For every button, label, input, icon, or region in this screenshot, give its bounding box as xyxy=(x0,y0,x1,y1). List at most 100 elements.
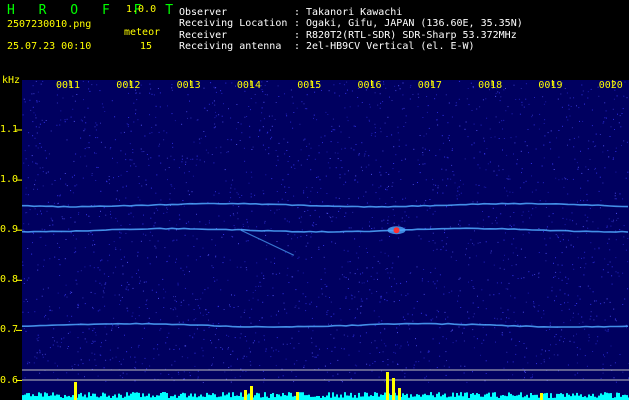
noise-speck xyxy=(246,290,248,292)
noise-speck xyxy=(391,100,393,101)
noise-speck xyxy=(259,281,261,283)
noise-speck xyxy=(437,185,439,187)
noise-speck xyxy=(379,352,381,353)
noise-speck xyxy=(334,92,336,94)
hist-bar xyxy=(494,392,496,400)
noise-speck xyxy=(602,269,604,271)
noise-speck xyxy=(228,108,229,110)
noise-speck xyxy=(424,377,426,379)
noise-speck xyxy=(96,166,98,168)
noise-speck xyxy=(264,222,266,224)
noise-speck xyxy=(287,267,289,269)
noise-speck xyxy=(426,375,427,377)
noise-speck xyxy=(610,126,612,128)
noise-speck xyxy=(378,316,380,318)
noise-speck xyxy=(229,304,230,306)
noise-speck xyxy=(531,191,533,193)
noise-speck xyxy=(59,194,61,196)
noise-speck xyxy=(175,308,177,310)
noise-speck xyxy=(42,80,44,82)
noise-speck xyxy=(520,277,522,279)
noise-speck xyxy=(567,364,569,366)
noise-speck xyxy=(243,355,245,357)
noise-speck xyxy=(604,102,606,104)
noise-speck xyxy=(531,376,533,378)
noise-speck xyxy=(583,274,585,276)
hist-bar xyxy=(526,394,528,400)
noise-speck xyxy=(36,352,38,354)
noise-speck xyxy=(365,150,367,152)
noise-speck xyxy=(365,191,367,193)
noise-speck xyxy=(54,180,56,181)
noise-speck xyxy=(381,239,383,241)
noise-speck xyxy=(118,327,120,328)
noise-speck xyxy=(484,153,486,154)
noise-speck xyxy=(388,185,389,187)
noise-speck xyxy=(104,326,106,328)
noise-speck xyxy=(591,125,593,127)
noise-speck xyxy=(463,340,465,342)
noise-speck xyxy=(523,182,525,184)
noise-speck xyxy=(68,321,70,322)
noise-speck xyxy=(626,97,628,99)
noise-speck xyxy=(444,229,446,231)
noise-speck xyxy=(178,328,180,330)
noise-speck xyxy=(301,101,303,103)
noise-speck xyxy=(626,141,628,143)
hist-bar xyxy=(146,395,148,400)
noise-speck xyxy=(315,356,317,358)
noise-speck xyxy=(521,214,523,216)
noise-speck xyxy=(36,213,38,215)
noise-speck xyxy=(71,365,73,367)
noise-speck xyxy=(309,215,311,217)
noise-speck xyxy=(69,331,71,333)
hist-bar xyxy=(190,393,192,400)
noise-speck xyxy=(561,264,563,266)
noise-speck xyxy=(569,139,571,141)
noise-speck xyxy=(295,376,297,378)
hist-bar xyxy=(372,395,374,400)
noise-speck xyxy=(555,271,557,273)
noise-speck xyxy=(576,162,578,164)
noise-speck xyxy=(612,221,614,223)
noise-speck xyxy=(91,352,93,354)
noise-speck xyxy=(622,304,624,305)
hist-bar xyxy=(606,392,608,400)
noise-speck xyxy=(442,142,444,144)
noise-speck xyxy=(265,348,267,350)
noise-speck xyxy=(122,377,124,379)
noise-speck xyxy=(450,331,452,332)
noise-speck xyxy=(427,281,429,283)
noise-speck xyxy=(502,169,504,171)
noise-speck xyxy=(39,372,41,374)
noise-speck xyxy=(559,240,561,242)
noise-speck xyxy=(187,190,189,192)
noise-speck xyxy=(514,320,516,322)
noise-speck xyxy=(360,305,361,307)
noise-speck xyxy=(171,364,173,366)
meteor-spot xyxy=(393,227,400,234)
noise-speck xyxy=(566,116,568,118)
noise-speck xyxy=(444,311,446,313)
noise-speck xyxy=(149,263,151,265)
noise-speck xyxy=(96,84,98,86)
noise-speck xyxy=(529,232,531,234)
noise-speck xyxy=(417,106,419,108)
noise-speck xyxy=(354,317,356,318)
noise-speck xyxy=(568,108,570,110)
noise-speck xyxy=(567,119,569,121)
noise-speck xyxy=(365,332,367,334)
noise-speck xyxy=(416,266,418,268)
noise-speck xyxy=(160,328,162,330)
noise-speck xyxy=(554,300,555,302)
noise-speck xyxy=(558,130,560,131)
noise-speck xyxy=(123,131,125,133)
noise-speck xyxy=(379,240,381,242)
noise-speck xyxy=(584,103,585,105)
noise-speck xyxy=(35,145,37,147)
noise-speck xyxy=(550,344,551,346)
noise-speck xyxy=(532,374,533,376)
noise-speck xyxy=(432,178,434,180)
noise-speck xyxy=(131,315,133,317)
noise-speck xyxy=(213,162,215,164)
